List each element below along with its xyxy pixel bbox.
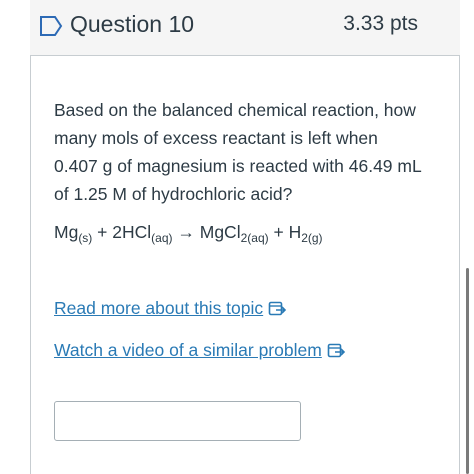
scrollbar[interactable] [466,268,469,474]
eq-mgcl: MgCl [199,222,241,242]
flag-icon[interactable] [38,13,64,39]
eq-plus-1: + [92,222,113,242]
eq-mg-state: (s) [78,231,93,245]
question-points: 3.33 pts [343,12,418,35]
eq-hcl: 2HCl [112,222,152,242]
external-link-icon[interactable] [268,301,288,317]
eq-mgcl-state: 2(aq) [240,231,269,245]
external-link-icon[interactable] [327,343,347,359]
eq-hcl-state: (aq) [151,231,173,245]
eq-mg: Mg [54,222,79,242]
eq-h2: H [288,222,302,242]
eq-h2-state: 2(g) [301,231,323,245]
question-text: Based on the balanced chemical reaction,… [54,100,422,204]
eq-plus-2: + [268,222,289,242]
read-more-link[interactable]: Read more about this topic [54,298,288,319]
watch-video-link[interactable]: Watch a video of a similar problem [54,340,347,361]
read-more-label[interactable]: Read more about this topic [54,298,263,319]
chemical-equation: Mg(s) + 2HCl(aq) → MgCl2(aq) + H2(g) [54,222,434,245]
answer-input[interactable] [54,401,301,441]
eq-arrow: → [172,222,200,242]
watch-video-label[interactable]: Watch a video of a similar problem [54,340,322,361]
question-title: Question 10 [70,11,195,37]
